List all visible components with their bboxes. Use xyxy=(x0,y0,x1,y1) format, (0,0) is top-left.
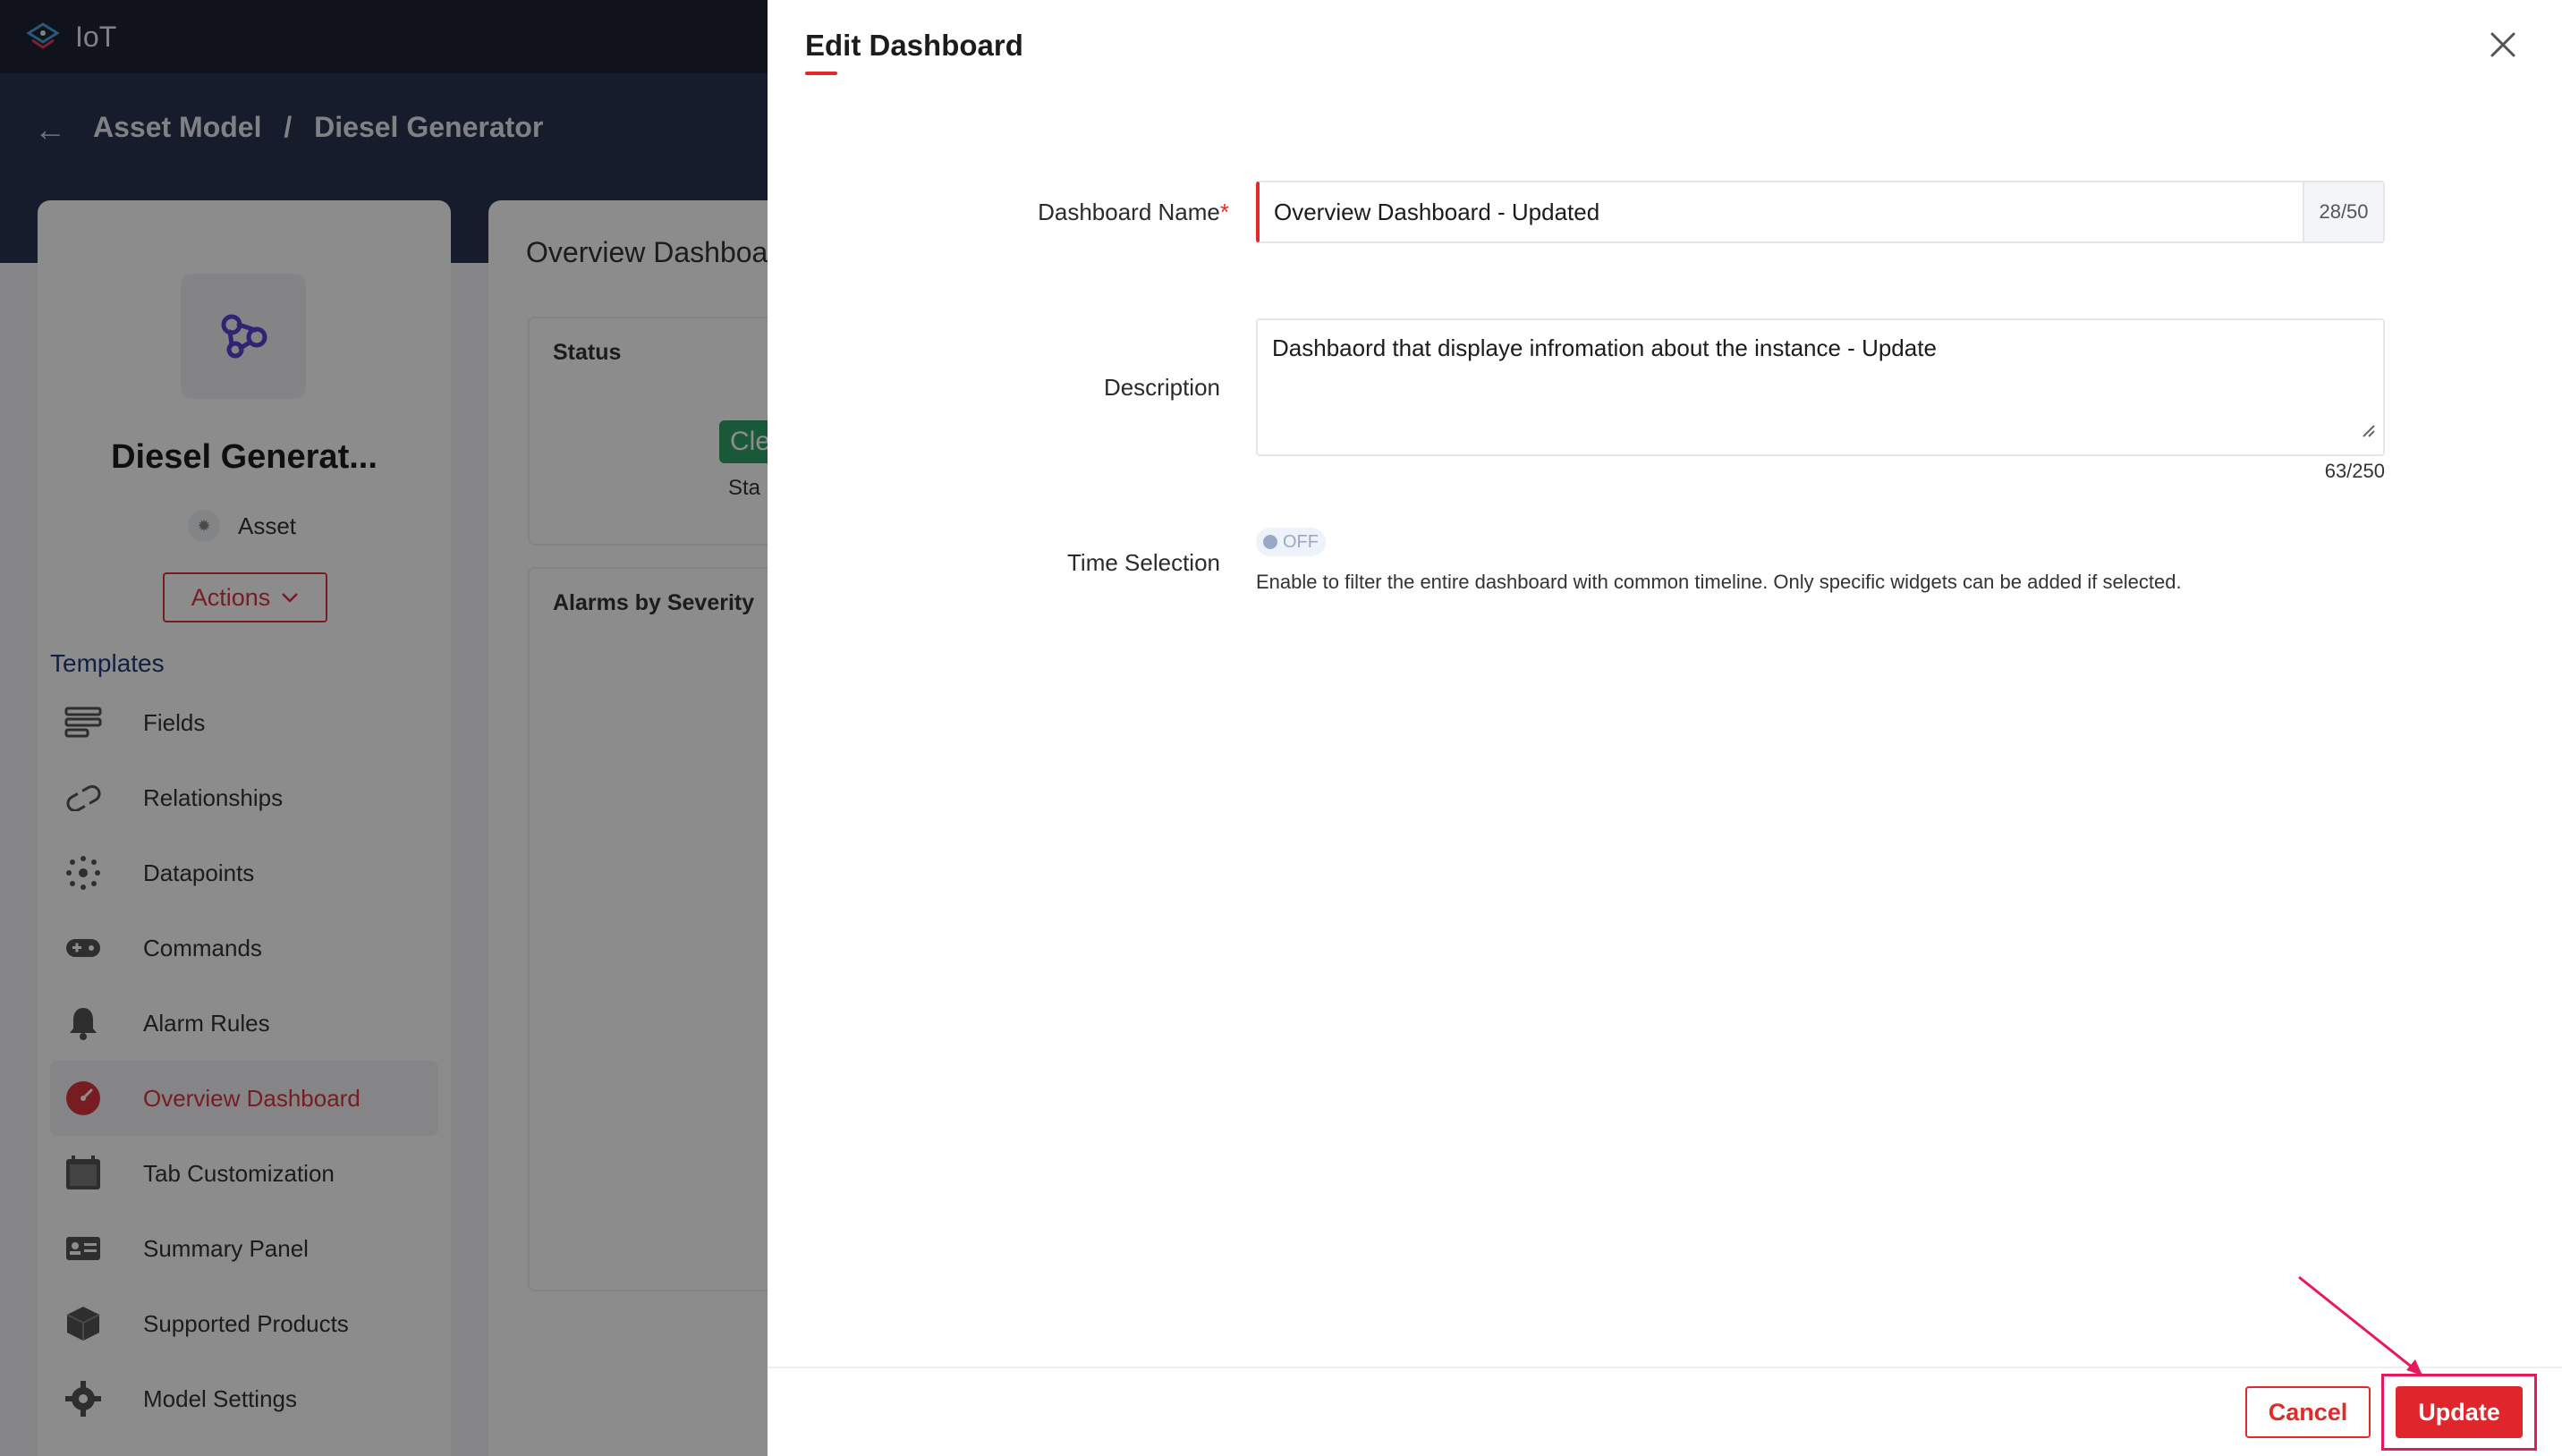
pointer-arrow-icon xyxy=(2298,1275,2423,1377)
time-selection-toggle[interactable]: OFF xyxy=(1256,528,1326,556)
title-underline xyxy=(805,72,837,75)
description-label: Description xyxy=(1103,374,1220,401)
close-icon[interactable] xyxy=(2485,27,2521,63)
resize-handle-icon[interactable] xyxy=(2356,419,2378,440)
time-selection-label: Time Selection xyxy=(1067,549,1220,576)
edit-dashboard-modal: Edit Dashboard Dashboard Name* 28/50 Des… xyxy=(768,0,2562,1456)
dashboard-name-field[interactable]: 28/50 xyxy=(1256,181,2385,243)
toggle-state-label: OFF xyxy=(1283,531,1319,552)
description-char-counter: 63/250 xyxy=(2324,460,2385,482)
dashboard-name-input[interactable] xyxy=(1260,182,2303,241)
time-selection-hint: Enable to filter the entire dashboard wi… xyxy=(1256,571,2182,593)
cancel-button[interactable]: Cancel xyxy=(2245,1386,2371,1438)
toggle-knob xyxy=(1263,535,1277,549)
name-char-counter: 28/50 xyxy=(2303,182,2383,241)
modal-backdrop[interactable] xyxy=(0,0,768,1456)
dashboard-name-label: Dashboard Name* xyxy=(1038,199,1229,225)
required-asterisk: * xyxy=(1219,199,1229,225)
description-textarea[interactable]: Dashbaord that displaye infromation abou… xyxy=(1256,318,2385,456)
modal-title: Edit Dashboard xyxy=(805,29,1023,62)
